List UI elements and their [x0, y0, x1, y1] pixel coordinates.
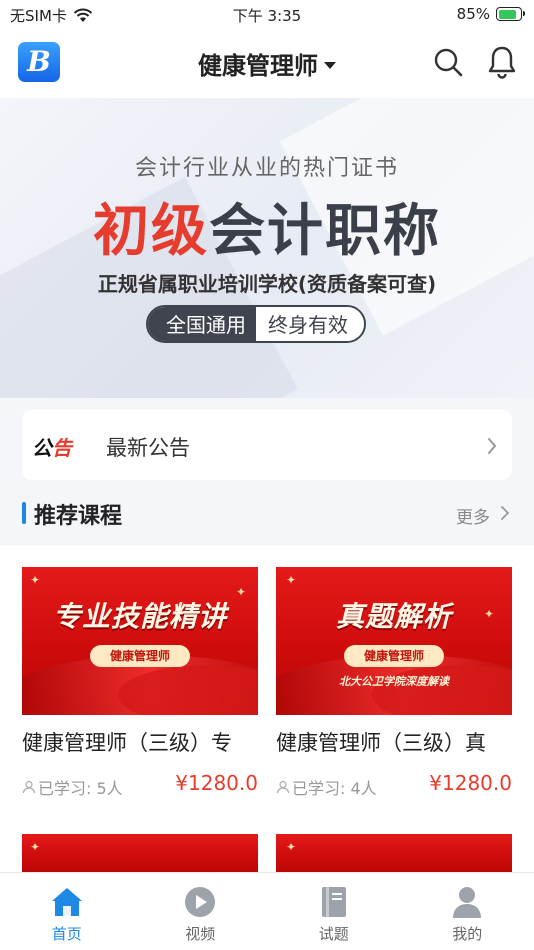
tab-label: 试题 — [318, 925, 349, 943]
tab-label: 首页 — [51, 925, 82, 943]
course-card[interactable]: ✦ — [276, 834, 512, 872]
more-link[interactable]: 更多 — [456, 503, 490, 528]
status-bar: 无SIM卡 下午 3:35 85% — [0, 0, 534, 30]
banner-pill: 全国通用 终身有效 — [146, 305, 366, 343]
course-card[interactable]: ✦ ✦ 真题解析 健康管理师 北大公卫学院深度解读 健康管理师（三级）真 已学习… — [276, 567, 512, 799]
course-thumbnail: ✦ — [22, 834, 258, 872]
person-icon — [276, 780, 290, 794]
course-thumbnail: ✦ ✦ 真题解析 健康管理师 北大公卫学院深度解读 — [276, 567, 512, 715]
chevron-right-icon[interactable] — [500, 505, 510, 521]
search-icon[interactable] — [432, 46, 464, 78]
notice-label: 最新公告 — [106, 436, 190, 460]
thumbnail-title: 真题解析 — [335, 600, 452, 633]
tab-profile[interactable]: 我的 — [401, 873, 534, 950]
notice-tag-black: 公 — [32, 436, 52, 460]
banner-headline: 初级会计职称 — [0, 186, 534, 267]
caret-down-icon — [324, 61, 336, 69]
course-card[interactable]: ✦ — [22, 834, 258, 872]
banner-headline-red: 初级 — [93, 199, 209, 264]
notice-tag: 公告 — [32, 432, 72, 461]
section-title: 推荐课程 — [34, 504, 123, 529]
learned-count: 已学习: 5人 — [22, 775, 123, 799]
course-card[interactable]: ✦ ✦ 专业技能精讲 健康管理师 健康管理师（三级）专 已学习: 5人 ¥128… — [22, 567, 258, 799]
status-time: 下午 3:35 — [232, 7, 302, 25]
course-thumbnail: ✦ ✦ 专业技能精讲 健康管理师 — [22, 567, 258, 715]
course-price: ¥1280.0 — [429, 771, 512, 795]
notice-tag-red: 告 — [52, 436, 72, 460]
notice-card[interactable]: 公告 最新公告 — [22, 410, 512, 480]
category-title: 健康管理师 — [198, 52, 318, 80]
battery-percent: 85% — [456, 5, 490, 23]
promo-banner[interactable]: 会计行业从业的热门证书 初级会计职称 正规省属职业培训学校(资质备案可查) 全国… — [0, 98, 534, 398]
bottom-tab-bar: 首页 视频 试题 我的 — [0, 872, 534, 950]
thumbnail-badge: 健康管理师 — [344, 645, 444, 667]
banner-pill-right: 终身有效 — [256, 307, 364, 341]
banner-subtitle: 会计行业从业的热门证书 — [134, 156, 399, 181]
play-icon — [185, 887, 216, 917]
course-thumbnail: ✦ — [276, 834, 512, 872]
banner-description: 正规省属职业培训学校(资质备案可查) — [97, 272, 437, 296]
tab-home[interactable]: 首页 — [0, 873, 134, 950]
thumbnail-subtitle: 北大公卫学院深度解读 — [339, 675, 449, 688]
bell-icon[interactable] — [486, 45, 518, 79]
learned-text: 已学习: 5人 — [38, 779, 123, 798]
section-accent-bar — [22, 502, 26, 524]
book-icon — [321, 887, 346, 917]
thumbnail-badge: 健康管理师 — [90, 645, 190, 667]
course-grid: ✦ ✦ 专业技能精讲 健康管理师 健康管理师（三级）专 已学习: 5人 ¥128… — [0, 546, 534, 872]
top-navbar: B 健康管理师 — [0, 30, 534, 98]
chevron-right-icon — [488, 438, 497, 454]
banner-pill-left: 全国通用 — [148, 307, 256, 341]
learned-count: 已学习: 4人 — [276, 775, 377, 799]
home-icon — [51, 888, 82, 916]
thumbnail-title: 专业技能精讲 — [52, 600, 227, 633]
course-price: ¥1280.0 — [175, 771, 258, 795]
learned-text: 已学习: 4人 — [292, 779, 377, 798]
tab-label: 视频 — [185, 925, 216, 943]
person-icon — [22, 780, 36, 794]
course-title: 健康管理师（三级）专 — [22, 731, 232, 755]
user-icon — [453, 887, 482, 918]
course-title: 健康管理师（三级）真 — [276, 731, 486, 755]
tab-video[interactable]: 视频 — [134, 873, 268, 950]
battery-icon — [496, 7, 525, 21]
banner-headline-dark: 会计职称 — [209, 199, 441, 264]
tab-label: 我的 — [452, 925, 483, 943]
tab-questions[interactable]: 试题 — [267, 873, 401, 950]
recommended-section-header: 推荐课程 更多 — [22, 496, 512, 530]
